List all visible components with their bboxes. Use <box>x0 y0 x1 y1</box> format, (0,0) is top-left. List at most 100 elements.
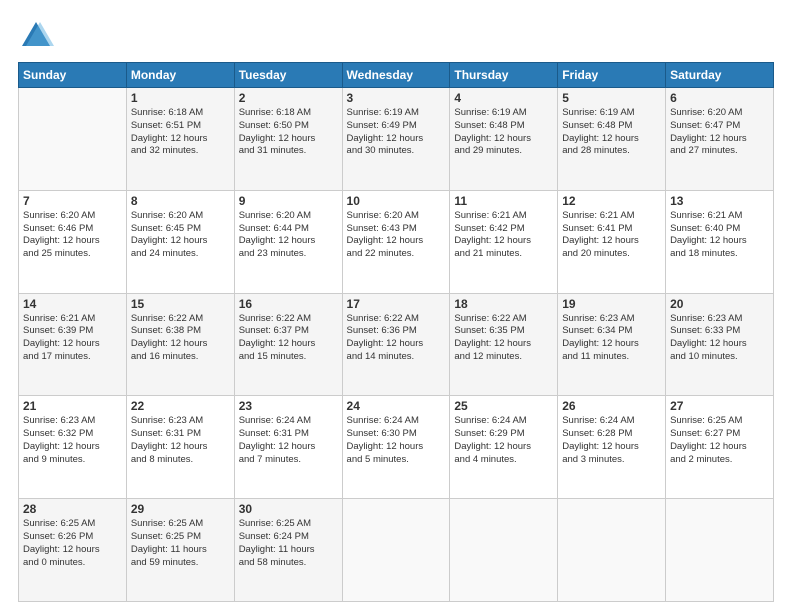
day-info: Sunrise: 6:24 AM Sunset: 6:29 PM Dayligh… <box>454 415 553 466</box>
calendar-cell: 12Sunrise: 6:21 AM Sunset: 6:41 PM Dayli… <box>558 190 666 293</box>
calendar-cell: 5 Sunrise: 6:19 AM Sunset: 6:48 PM Daylig… <box>558 88 666 191</box>
day-info: Sunrise: 6:23 AM Sunset: 6:34 PM Dayligh… <box>562 313 661 364</box>
day-number: 28 <box>23 502 122 516</box>
day-info: Sunrise: 6:23 AM Sunset: 6:33 PM Dayligh… <box>670 313 769 364</box>
weekday-header-saturday: Saturday <box>666 63 774 88</box>
calendar-cell <box>342 499 450 602</box>
day-info: Sunrise: 6:25 AM Sunset: 6:25 PM Dayligh… <box>131 518 230 569</box>
calendar-cell: 3 Sunrise: 6:19 AM Sunset: 6:49 PM Daylig… <box>342 88 450 191</box>
calendar-cell: 17Sunrise: 6:22 AM Sunset: 6:36 PM Dayli… <box>342 293 450 396</box>
calendar-cell: 23 Sunrise: 6:24 AM Sunset: 6:31 PM Dayli… <box>234 396 342 499</box>
calendar-week-row: 21 Sunrise: 6:23 AM Sunset: 6:32 PM Dayli… <box>19 396 774 499</box>
day-info: Sunrise: 6:20 AM Sunset: 6:46 PM Dayligh… <box>23 210 122 261</box>
calendar-cell: 27 Sunrise: 6:25 AM Sunset: 6:27 PM Dayli… <box>666 396 774 499</box>
calendar-cell <box>558 499 666 602</box>
day-info: Sunrise: 6:22 AM Sunset: 6:38 PM Dayligh… <box>131 313 230 364</box>
day-number: 13 <box>670 194 769 208</box>
calendar-week-row: 28Sunrise: 6:25 AM Sunset: 6:26 PM Dayli… <box>19 499 774 602</box>
day-info: Sunrise: 6:18 AM Sunset: 6:51 PM Dayligh… <box>131 107 230 158</box>
calendar-cell: 10Sunrise: 6:20 AM Sunset: 6:43 PM Dayli… <box>342 190 450 293</box>
weekday-header-tuesday: Tuesday <box>234 63 342 88</box>
weekday-header-row: SundayMondayTuesdayWednesdayThursdayFrid… <box>19 63 774 88</box>
calendar-cell: 7 Sunrise: 6:20 AM Sunset: 6:46 PM Daylig… <box>19 190 127 293</box>
day-number: 14 <box>23 297 122 311</box>
day-number: 5 <box>562 91 661 105</box>
day-number: 3 <box>347 91 446 105</box>
day-number: 16 <box>239 297 338 311</box>
calendar-cell: 29 Sunrise: 6:25 AM Sunset: 6:25 PM Dayli… <box>126 499 234 602</box>
day-number: 25 <box>454 399 553 413</box>
day-number: 2 <box>239 91 338 105</box>
calendar-cell: 11 Sunrise: 6:21 AM Sunset: 6:42 PM Dayli… <box>450 190 558 293</box>
calendar-cell: 19 Sunrise: 6:23 AM Sunset: 6:34 PM Dayli… <box>558 293 666 396</box>
day-info: Sunrise: 6:22 AM Sunset: 6:35 PM Dayligh… <box>454 313 553 364</box>
calendar-week-row: 7 Sunrise: 6:20 AM Sunset: 6:46 PM Daylig… <box>19 190 774 293</box>
day-info: Sunrise: 6:20 AM Sunset: 6:47 PM Dayligh… <box>670 107 769 158</box>
calendar-cell: 30Sunrise: 6:25 AM Sunset: 6:24 PM Dayli… <box>234 499 342 602</box>
day-number: 9 <box>239 194 338 208</box>
day-info: Sunrise: 6:24 AM Sunset: 6:28 PM Dayligh… <box>562 415 661 466</box>
weekday-header-thursday: Thursday <box>450 63 558 88</box>
day-number: 11 <box>454 194 553 208</box>
calendar-cell: 14 Sunrise: 6:21 AM Sunset: 6:39 PM Dayli… <box>19 293 127 396</box>
calendar-cell: 15 Sunrise: 6:22 AM Sunset: 6:38 PM Dayli… <box>126 293 234 396</box>
day-info: Sunrise: 6:24 AM Sunset: 6:31 PM Dayligh… <box>239 415 338 466</box>
weekday-header-sunday: Sunday <box>19 63 127 88</box>
calendar-cell: 26 Sunrise: 6:24 AM Sunset: 6:28 PM Dayli… <box>558 396 666 499</box>
calendar-cell: 8Sunrise: 6:20 AM Sunset: 6:45 PM Daylig… <box>126 190 234 293</box>
day-number: 24 <box>347 399 446 413</box>
calendar-cell <box>450 499 558 602</box>
day-number: 26 <box>562 399 661 413</box>
day-info: Sunrise: 6:19 AM Sunset: 6:48 PM Dayligh… <box>454 107 553 158</box>
calendar-week-row: 1Sunrise: 6:18 AM Sunset: 6:51 PM Daylig… <box>19 88 774 191</box>
day-info: Sunrise: 6:21 AM Sunset: 6:40 PM Dayligh… <box>670 210 769 261</box>
day-number: 4 <box>454 91 553 105</box>
day-info: Sunrise: 6:20 AM Sunset: 6:44 PM Dayligh… <box>239 210 338 261</box>
calendar-cell: 22Sunrise: 6:23 AM Sunset: 6:31 PM Dayli… <box>126 396 234 499</box>
day-info: Sunrise: 6:19 AM Sunset: 6:49 PM Dayligh… <box>347 107 446 158</box>
day-number: 27 <box>670 399 769 413</box>
calendar-cell: 20 Sunrise: 6:23 AM Sunset: 6:33 PM Dayli… <box>666 293 774 396</box>
calendar-table: SundayMondayTuesdayWednesdayThursdayFrid… <box>18 62 774 602</box>
calendar-cell: 4 Sunrise: 6:19 AM Sunset: 6:48 PM Daylig… <box>450 88 558 191</box>
day-info: Sunrise: 6:23 AM Sunset: 6:32 PM Dayligh… <box>23 415 122 466</box>
day-number: 19 <box>562 297 661 311</box>
day-info: Sunrise: 6:21 AM Sunset: 6:41 PM Dayligh… <box>562 210 661 261</box>
calendar-cell: 9 Sunrise: 6:20 AM Sunset: 6:44 PM Daylig… <box>234 190 342 293</box>
day-info: Sunrise: 6:24 AM Sunset: 6:30 PM Dayligh… <box>347 415 446 466</box>
day-number: 20 <box>670 297 769 311</box>
calendar-cell: 28Sunrise: 6:25 AM Sunset: 6:26 PM Dayli… <box>19 499 127 602</box>
day-number: 23 <box>239 399 338 413</box>
day-number: 15 <box>131 297 230 311</box>
day-number: 30 <box>239 502 338 516</box>
day-number: 21 <box>23 399 122 413</box>
calendar-cell: 13 Sunrise: 6:21 AM Sunset: 6:40 PM Dayli… <box>666 190 774 293</box>
day-number: 6 <box>670 91 769 105</box>
logo-icon <box>18 18 54 54</box>
day-info: Sunrise: 6:25 AM Sunset: 6:27 PM Dayligh… <box>670 415 769 466</box>
calendar-cell: 1Sunrise: 6:18 AM Sunset: 6:51 PM Daylig… <box>126 88 234 191</box>
calendar-cell: 25 Sunrise: 6:24 AM Sunset: 6:29 PM Dayli… <box>450 396 558 499</box>
calendar-cell: 16Sunrise: 6:22 AM Sunset: 6:37 PM Dayli… <box>234 293 342 396</box>
day-info: Sunrise: 6:18 AM Sunset: 6:50 PM Dayligh… <box>239 107 338 158</box>
day-number: 22 <box>131 399 230 413</box>
header <box>18 18 774 54</box>
day-number: 8 <box>131 194 230 208</box>
day-info: Sunrise: 6:21 AM Sunset: 6:39 PM Dayligh… <box>23 313 122 364</box>
weekday-header-monday: Monday <box>126 63 234 88</box>
day-info: Sunrise: 6:21 AM Sunset: 6:42 PM Dayligh… <box>454 210 553 261</box>
calendar-cell: 24 Sunrise: 6:24 AM Sunset: 6:30 PM Dayli… <box>342 396 450 499</box>
weekday-header-friday: Friday <box>558 63 666 88</box>
calendar-cell: 18Sunrise: 6:22 AM Sunset: 6:35 PM Dayli… <box>450 293 558 396</box>
page: SundayMondayTuesdayWednesdayThursdayFrid… <box>0 0 792 612</box>
day-info: Sunrise: 6:20 AM Sunset: 6:43 PM Dayligh… <box>347 210 446 261</box>
calendar-cell: 6 Sunrise: 6:20 AM Sunset: 6:47 PM Daylig… <box>666 88 774 191</box>
day-info: Sunrise: 6:22 AM Sunset: 6:36 PM Dayligh… <box>347 313 446 364</box>
calendar-cell: 2 Sunrise: 6:18 AM Sunset: 6:50 PM Daylig… <box>234 88 342 191</box>
day-info: Sunrise: 6:19 AM Sunset: 6:48 PM Dayligh… <box>562 107 661 158</box>
calendar-week-row: 14 Sunrise: 6:21 AM Sunset: 6:39 PM Dayli… <box>19 293 774 396</box>
day-number: 7 <box>23 194 122 208</box>
calendar-cell <box>666 499 774 602</box>
calendar-cell: 21 Sunrise: 6:23 AM Sunset: 6:32 PM Dayli… <box>19 396 127 499</box>
day-number: 29 <box>131 502 230 516</box>
